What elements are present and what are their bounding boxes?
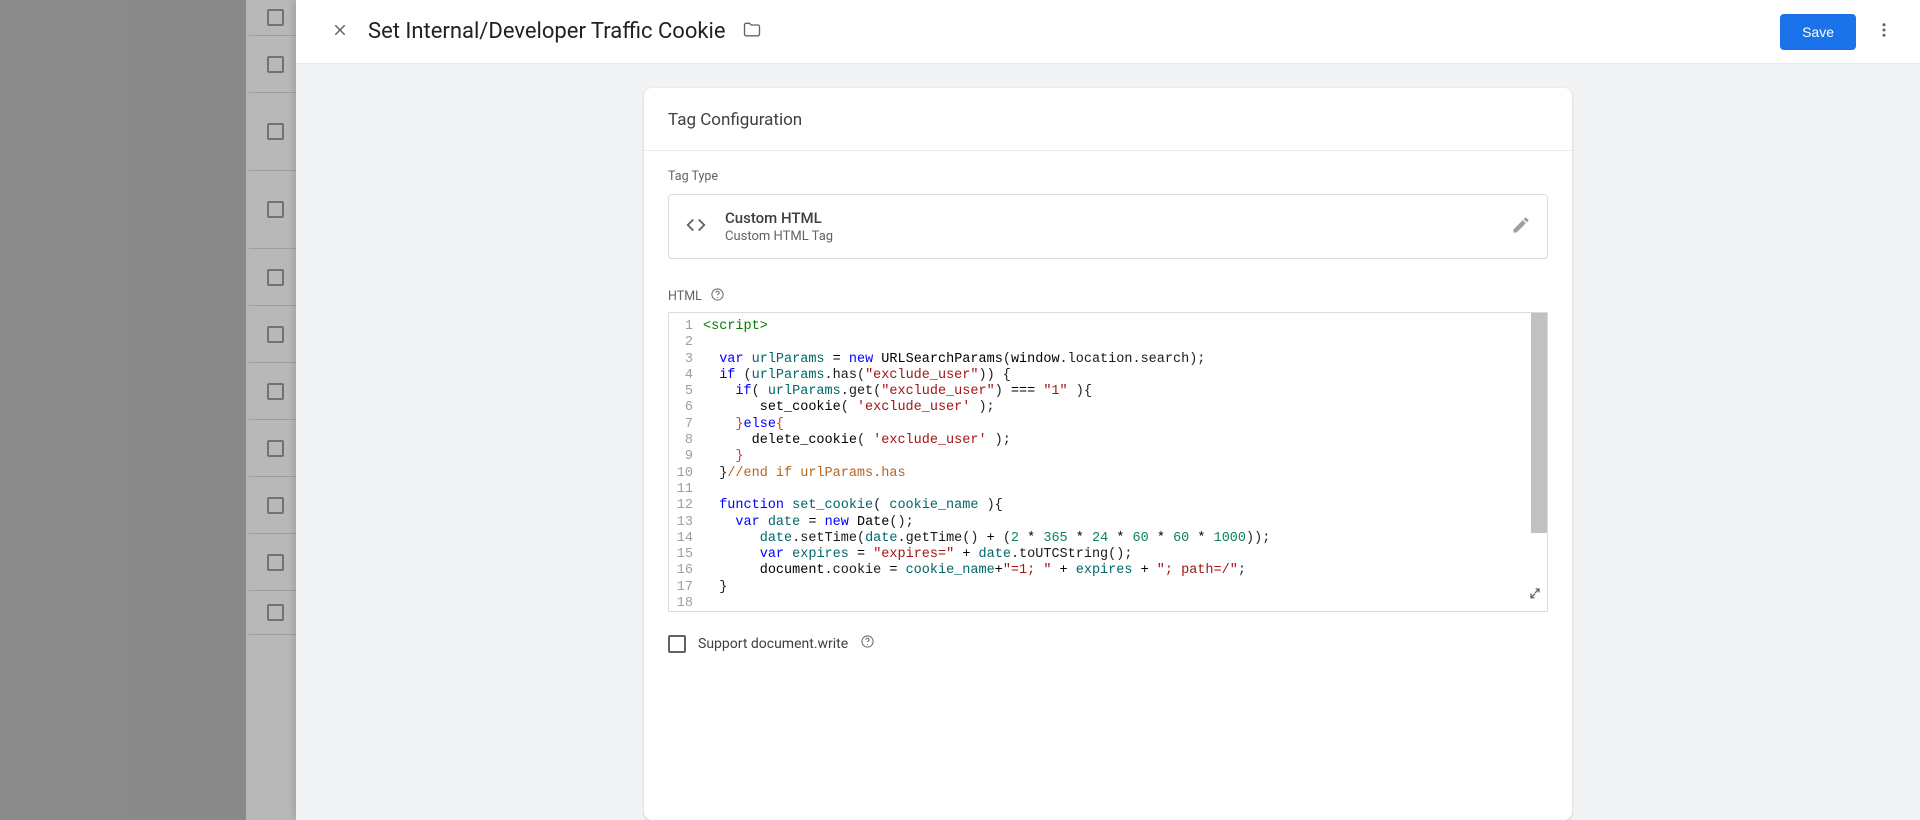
tag-type-caption: Tag Type	[668, 169, 1548, 184]
help-icon[interactable]	[710, 287, 725, 306]
code-icon	[685, 214, 707, 240]
pencil-icon	[1511, 215, 1531, 239]
panel-header: Set Internal/Developer Traffic Cookie Sa…	[296, 0, 1920, 64]
tag-title-input[interactable]: Set Internal/Developer Traffic Cookie	[368, 19, 726, 45]
html-label: HTML	[668, 289, 702, 304]
html-code-editor[interactable]: 12345678910111213141516171819 <script> v…	[668, 312, 1548, 612]
editor-gutter: 12345678910111213141516171819	[669, 313, 699, 611]
more-vert-icon	[1875, 21, 1893, 42]
card-title: Tag Configuration	[644, 88, 1572, 151]
support-document-write-label: Support document.write	[698, 636, 848, 652]
help-icon[interactable]	[860, 634, 875, 653]
more-actions-button[interactable]	[1864, 12, 1904, 52]
folder-button[interactable]	[738, 16, 766, 47]
panel-body[interactable]: Tag Configuration Tag Type Custom HTML C…	[296, 64, 1920, 820]
tag-type-sub: Custom HTML Tag	[725, 229, 833, 244]
close-button[interactable]	[320, 12, 360, 52]
support-document-write-checkbox[interactable]	[668, 635, 686, 653]
tag-type-name: Custom HTML	[725, 209, 833, 227]
close-icon	[331, 21, 349, 42]
expand-editor-button[interactable]	[1527, 585, 1543, 607]
editor-scrollbar[interactable]	[1531, 313, 1547, 533]
tag-configuration-card: Tag Configuration Tag Type Custom HTML C…	[644, 88, 1572, 820]
save-button[interactable]: Save	[1780, 14, 1856, 50]
tag-type-selector[interactable]: Custom HTML Custom HTML Tag	[668, 194, 1548, 259]
modal-scrim[interactable]	[0, 0, 296, 820]
folder-icon	[742, 28, 762, 43]
editor-content[interactable]: <script> var urlParams = new URLSearchPa…	[699, 313, 1547, 611]
tag-edit-panel: Set Internal/Developer Traffic Cookie Sa…	[296, 0, 1920, 820]
